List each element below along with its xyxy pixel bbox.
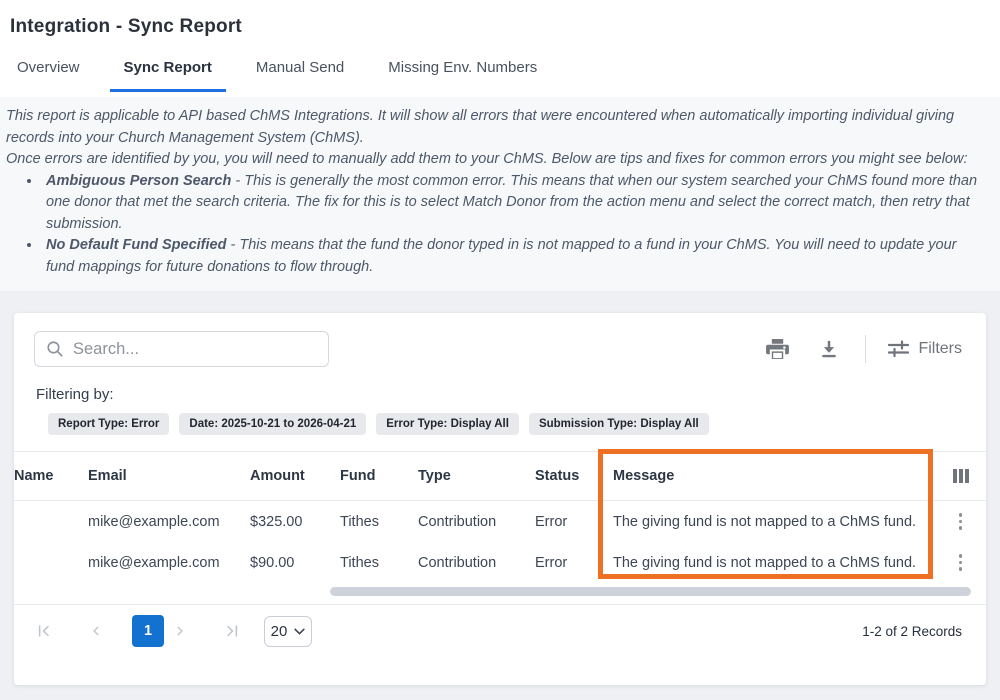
records-summary: 1-2 of 2 Records — [862, 624, 962, 639]
tab-missing-env-numbers[interactable]: Missing Env. Numbers — [374, 59, 551, 92]
column-header-amount[interactable]: Amount — [250, 468, 340, 484]
cell-message: The giving fund is not mapped to a ChMS … — [613, 555, 935, 571]
tab-overview[interactable]: Overview — [3, 59, 94, 92]
row-actions-menu-icon[interactable] — [955, 550, 967, 575]
filters-button[interactable]: Filters — [888, 340, 962, 358]
report-description: This report is applicable to API based C… — [0, 97, 1000, 291]
chip-error-type[interactable]: Error Type: Display All — [376, 413, 519, 435]
chip-submission-type[interactable]: Submission Type: Display All — [529, 413, 709, 435]
search-box[interactable] — [34, 331, 329, 367]
filter-chips: Report Type: Error Date: 2025-10-21 to 2… — [48, 413, 986, 435]
previous-page-icon[interactable] — [80, 615, 112, 647]
tab-manual-send[interactable]: Manual Send — [242, 59, 358, 92]
error-tip-item: No Default Fund Specified - This means t… — [42, 235, 985, 278]
column-chooser-icon[interactable] — [953, 469, 969, 483]
column-header-email[interactable]: Email — [88, 468, 250, 484]
description-paragraph-1: This report is applicable to API based C… — [6, 106, 985, 149]
row-actions-menu-icon[interactable] — [955, 509, 967, 534]
page-size-value: 20 — [271, 623, 288, 640]
last-page-icon[interactable] — [216, 615, 248, 647]
tab-bar: Overview Sync Report Manual Send Missing… — [10, 59, 1000, 92]
next-page-icon[interactable] — [164, 615, 196, 647]
filters-label: Filters — [918, 340, 962, 358]
page-title: Integration - Sync Report — [10, 16, 1000, 38]
table-header-row: Name Email Amount Fund Type Status Messa… — [14, 451, 986, 501]
error-tip-title: No Default Fund Specified — [46, 237, 226, 253]
cell-amount: $90.00 — [250, 555, 340, 571]
cell-amount: $325.00 — [250, 514, 340, 530]
cell-type: Contribution — [418, 514, 535, 530]
toolbar-actions: Filters — [766, 335, 962, 363]
chip-date-range[interactable]: Date: 2025-10-21 to 2026-04-21 — [179, 413, 366, 435]
chevron-down-icon — [294, 628, 305, 635]
search-icon — [46, 340, 64, 358]
page-size-select[interactable]: 20 — [264, 616, 312, 647]
column-header-name[interactable]: Name — [14, 468, 88, 484]
filtering-by-label: Filtering by: — [36, 386, 986, 403]
download-icon[interactable] — [819, 339, 839, 359]
cell-message: The giving fund is not mapped to a ChMS … — [613, 514, 935, 530]
chip-report-type[interactable]: Report Type: Error — [48, 413, 169, 435]
table-row: mike@example.com $325.00 Tithes Contribu… — [14, 501, 986, 542]
cell-status: Error — [535, 514, 613, 530]
column-header-fund[interactable]: Fund — [340, 468, 418, 484]
print-icon[interactable] — [766, 339, 789, 360]
card-toolbar: Filters — [14, 313, 986, 367]
description-paragraph-2: Once errors are identified by you, you w… — [6, 149, 985, 171]
horizontal-scrollbar — [14, 587, 986, 596]
filters-icon — [888, 340, 909, 358]
cell-email: mike@example.com — [88, 514, 250, 530]
cell-fund: Tithes — [340, 555, 418, 571]
toolbar-divider — [865, 335, 866, 363]
column-header-type[interactable]: Type — [418, 468, 535, 484]
cell-type: Contribution — [418, 555, 535, 571]
page-header: Integration - Sync Report Overview Sync … — [0, 0, 1000, 97]
column-header-status[interactable]: Status — [535, 468, 613, 484]
tab-sync-report[interactable]: Sync Report — [110, 59, 226, 92]
search-input[interactable] — [73, 340, 317, 359]
error-tip-title: Ambiguous Person Search — [46, 173, 231, 189]
error-tips-list: Ambiguous Person Search - This is genera… — [6, 171, 985, 279]
column-header-message[interactable]: Message — [613, 468, 935, 484]
first-page-icon[interactable] — [28, 615, 60, 647]
cell-email: mike@example.com — [88, 555, 250, 571]
sync-report-card: Filters Filtering by: Report Type: Error… — [14, 313, 986, 685]
cell-fund: Tithes — [340, 514, 418, 530]
table-row: mike@example.com $90.00 Tithes Contribut… — [14, 542, 986, 583]
error-tip-item: Ambiguous Person Search - This is genera… — [42, 171, 985, 236]
horizontal-scrollbar-thumb[interactable] — [330, 587, 971, 596]
pagination-bar: 1 20 1-2 of 2 Records — [14, 604, 986, 647]
main-content: Filters Filtering by: Report Type: Error… — [0, 291, 1000, 685]
cell-status: Error — [535, 555, 613, 571]
results-table: Name Email Amount Fund Type Status Messa… — [14, 451, 986, 596]
current-page-button[interactable]: 1 — [132, 615, 164, 647]
